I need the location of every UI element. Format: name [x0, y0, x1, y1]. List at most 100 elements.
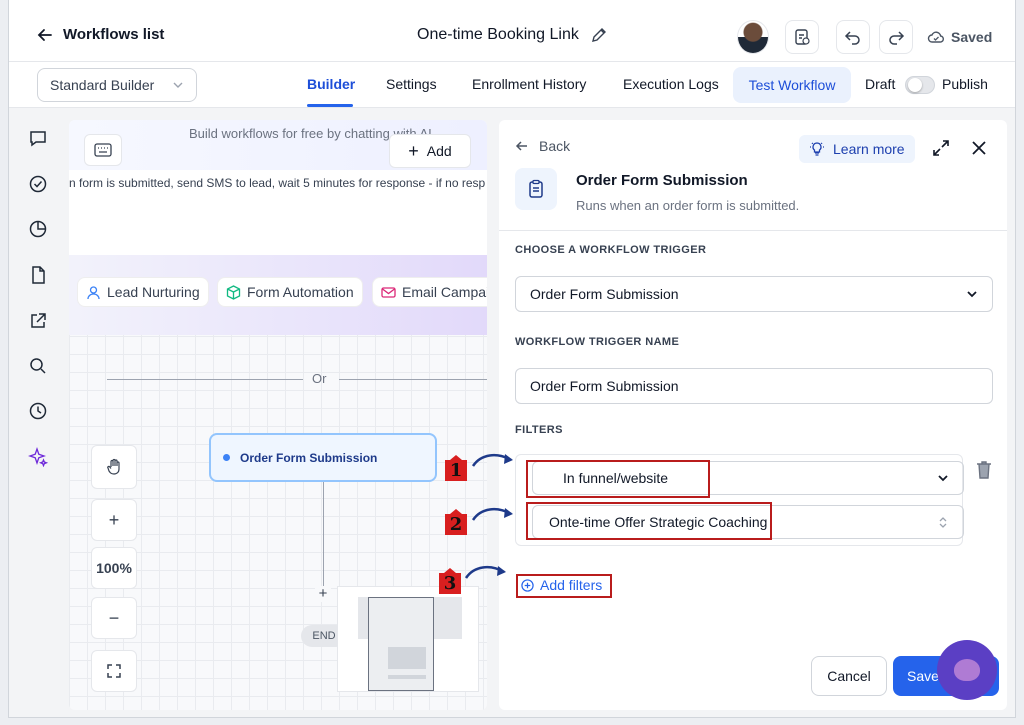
- trigger-name-value: Order Form Submission: [530, 378, 679, 394]
- document-icon[interactable]: [28, 265, 48, 285]
- step-number: 3: [443, 573, 457, 594]
- trigger-subtitle: Runs when an order form is submitted.: [576, 198, 800, 213]
- pan-tool-button[interactable]: [91, 445, 137, 489]
- divider-line: [339, 379, 487, 380]
- zoom-level: 100%: [91, 547, 137, 589]
- panel-back-button[interactable]: Back: [515, 138, 570, 154]
- step-number: 1: [449, 460, 463, 481]
- sparkle-icon[interactable]: [28, 447, 49, 468]
- trigger-name-input[interactable]: Order Form Submission: [515, 368, 993, 404]
- publish-label: Publish: [942, 76, 988, 92]
- cancel-button[interactable]: Cancel: [811, 656, 887, 696]
- minimap[interactable]: [337, 586, 479, 692]
- trigger-title: Order Form Submission: [576, 172, 748, 189]
- annotation-arrow-icon: [464, 565, 506, 579]
- active-tab-indicator: [307, 104, 353, 107]
- add-button-label: Add: [426, 143, 452, 159]
- builder-mode-value: Standard Builder: [50, 77, 155, 93]
- clipboard-icon: [529, 179, 543, 198]
- minimap-block: [388, 675, 426, 679]
- add-button[interactable]: + Add: [389, 134, 471, 168]
- nav-bar: Standard Builder Builder Settings Enroll…: [9, 62, 1015, 108]
- tab-builder[interactable]: Builder: [307, 76, 355, 92]
- chip-label: Lead Nurturing: [107, 284, 200, 300]
- add-filters-label: Add filters: [540, 577, 603, 593]
- chip-label: Email Campai: [402, 284, 487, 300]
- search-icon[interactable]: [28, 356, 48, 376]
- workflow-canvas[interactable]: Build workflows for free by chatting wit…: [69, 120, 487, 710]
- plus-icon: +: [408, 140, 419, 161]
- divider-line: [107, 379, 303, 380]
- save-button-label: Save: [907, 668, 939, 684]
- workflow-title[interactable]: One-time Booking Link: [417, 26, 607, 44]
- annotation-highlight: [526, 460, 710, 498]
- trigger-name-label: WORKFLOW TRIGGER NAME: [515, 336, 680, 348]
- connector-line: [323, 482, 324, 587]
- template-chips: Lead Nurturing Form Automation Email Cam…: [69, 255, 487, 335]
- mail-icon: [381, 286, 396, 298]
- zoom-in-button[interactable]: +: [91, 499, 137, 541]
- history-icon[interactable]: [28, 401, 48, 421]
- chip-form-automation[interactable]: Form Automation: [217, 277, 363, 307]
- tab-execution-logs[interactable]: Execution Logs: [623, 76, 719, 92]
- chat-icon[interactable]: [28, 128, 48, 148]
- top-bar: Workflows list One-time Booking Link Sav…: [9, 0, 1015, 62]
- keyboard-button[interactable]: [84, 134, 122, 166]
- annotation-arrow-icon: [471, 453, 513, 467]
- arrow-left-icon: [37, 28, 52, 41]
- cloud-check-icon: [927, 31, 944, 43]
- chevron-updown-icon: [939, 517, 947, 528]
- tab-settings[interactable]: Settings: [386, 76, 437, 92]
- chevron-down-icon: [967, 291, 977, 298]
- external-link-icon[interactable]: [28, 311, 48, 331]
- trigger-settings-panel: Back Learn more Order Form Submission Ru…: [499, 120, 1007, 710]
- add-step-button[interactable]: +: [315, 586, 331, 602]
- test-workflow-button[interactable]: Test Workflow: [733, 67, 851, 103]
- undo-button[interactable]: [836, 20, 870, 54]
- hand-icon: [107, 458, 120, 475]
- pencil-icon[interactable]: [591, 27, 607, 43]
- status-dot: [223, 454, 230, 461]
- save-status: Saved: [927, 28, 992, 46]
- close-icon[interactable]: [969, 138, 989, 158]
- trigger-select[interactable]: Order Form Submission: [515, 276, 993, 312]
- lightbulb-icon: [810, 142, 824, 156]
- chip-lead-nurturing[interactable]: Lead Nurturing: [77, 277, 209, 307]
- ai-builder-panel: Build workflows for free by chatting wit…: [69, 120, 487, 335]
- step-number: 2: [449, 514, 463, 535]
- fit-view-button[interactable]: [91, 650, 137, 692]
- builder-mode-select[interactable]: Standard Builder: [37, 68, 197, 102]
- check-circle-icon[interactable]: [28, 174, 48, 194]
- notes-button[interactable]: [785, 20, 819, 54]
- arrow-left-icon: [515, 141, 527, 151]
- add-filters-button[interactable]: Add filters: [515, 573, 608, 597]
- plus-circle-icon: [521, 578, 534, 592]
- expand-icon[interactable]: [931, 138, 951, 158]
- divider: [499, 230, 1007, 231]
- draft-label: Draft: [865, 76, 896, 92]
- pie-chart-icon[interactable]: [28, 219, 48, 239]
- tab-enrollment-history[interactable]: Enrollment History: [472, 76, 586, 92]
- redo-button[interactable]: [879, 20, 913, 54]
- learn-more-label: Learn more: [833, 141, 905, 157]
- zoom-out-button[interactable]: −: [91, 597, 137, 639]
- workflow-title-text: One-time Booking Link: [417, 26, 579, 43]
- trash-icon[interactable]: [975, 460, 993, 480]
- app-window: Workflows list One-time Booking Link Sav…: [8, 0, 1016, 718]
- workflows-list-back-button[interactable]: Workflows list: [37, 26, 164, 43]
- trigger-node[interactable]: Order Form Submission: [209, 433, 437, 482]
- learn-more-button[interactable]: Learn more: [799, 135, 915, 163]
- minimap-block: [388, 647, 426, 669]
- chevron-down-icon: [173, 82, 183, 88]
- step-marker-1: 1: [443, 454, 469, 482]
- keyboard-icon: [94, 143, 112, 157]
- ai-prompt-text[interactable]: n form is submitted, send SMS to lead, w…: [69, 176, 485, 190]
- filters-label: FILTERS: [515, 424, 563, 436]
- publish-toggle[interactable]: [905, 76, 935, 94]
- watermark-logo: [937, 640, 997, 700]
- trigger-select-value: Order Form Submission: [530, 286, 679, 302]
- choose-trigger-label: CHOOSE A WORKFLOW TRIGGER: [515, 244, 707, 256]
- chip-email-campaign[interactable]: Email Campai: [372, 277, 487, 307]
- avatar[interactable]: [737, 20, 769, 54]
- step-marker-3: 3: [437, 567, 463, 595]
